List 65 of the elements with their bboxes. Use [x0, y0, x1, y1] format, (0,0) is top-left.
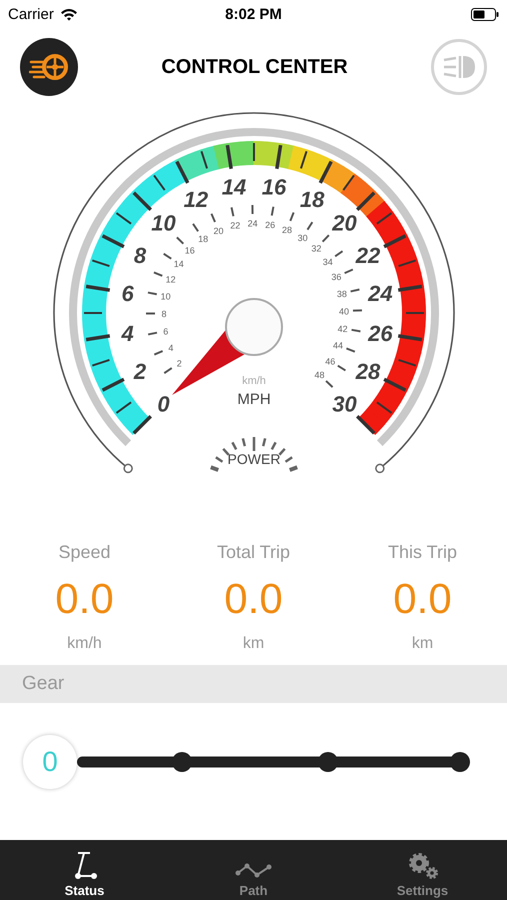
kmh-scale-label: 44	[333, 340, 344, 351]
kmh-scale-label: 8	[162, 308, 166, 319]
kmh-scale-label: 22	[230, 220, 240, 230]
speed-scale-label: 8	[134, 242, 146, 268]
needle-hub	[225, 298, 283, 356]
kmh-scale-label: 34	[322, 256, 333, 267]
speed-scale-label: 16	[262, 174, 286, 200]
speed-scale-label: 18	[300, 186, 324, 212]
speed-scale-label: 20	[332, 210, 357, 236]
speed-scale-label: 12	[184, 186, 208, 212]
tab-item[interactable]: Settings	[338, 840, 507, 900]
gear-value: 0	[42, 746, 58, 778]
speed-scale-label: 14	[222, 174, 246, 200]
kmh-scale-label: 36	[331, 272, 342, 282]
speed-scale-label: 22	[356, 242, 380, 268]
stat-label: Speed	[58, 542, 111, 563]
kmh-scale-label: 42	[338, 324, 348, 334]
wifi-icon	[60, 8, 78, 20]
speed-scale-label: 26	[368, 321, 393, 346]
mph-unit-label: MPH	[237, 391, 271, 408]
page-title: CONTROL CENTER	[161, 56, 348, 78]
carrier-label: Carrier	[8, 6, 54, 22]
kmh-unit-label: km/h	[242, 375, 266, 387]
gear-label: Gear	[22, 673, 64, 695]
stat-value: 0.0	[393, 575, 452, 623]
stat-unit: km	[242, 635, 264, 653]
kmh-scale-label: 40	[338, 306, 349, 316]
flaming-wheel-icon	[29, 52, 69, 82]
tab-item[interactable]: Status	[0, 840, 169, 900]
stat-value: 0.0	[224, 575, 283, 623]
kmh-scale-label: 10	[160, 291, 171, 302]
speed-scale-label: 6	[121, 280, 134, 306]
kmh-scale-label: 38	[336, 288, 347, 299]
tab-item[interactable]: Path	[169, 840, 338, 900]
kmh-scale-label: 28	[282, 224, 292, 235]
kmh-scale-label: 20	[214, 226, 224, 236]
battery-icon	[471, 8, 499, 20]
kmh-scale-label: 30	[298, 232, 308, 243]
kmh-scale-label: 32	[311, 244, 322, 254]
stat-label: This Trip	[388, 542, 457, 563]
kmh-scale-label: 16	[184, 245, 195, 256]
stat-label: Total Trip	[216, 542, 290, 563]
kmh-scale-label: 24	[248, 218, 258, 228]
speed-scale-label: 4	[121, 321, 134, 346]
kmh-scale-label: 46	[325, 356, 336, 366]
stat-unit: km	[412, 635, 434, 653]
kmh-scale-label: 4	[168, 343, 174, 354]
speed-scale-label: 30	[332, 392, 357, 416]
speed-scale-label: 28	[356, 359, 380, 384]
kmh-scale-label: 26	[265, 220, 276, 230]
stat-unit: km/h	[67, 635, 102, 653]
speed-scale-label: 2	[134, 359, 146, 384]
kmh-scale-label: 6	[163, 326, 168, 336]
kmh-scale-label: 18	[198, 234, 208, 244]
kmh-scale-label: 12	[166, 274, 176, 285]
speed-scale-label: 10	[151, 210, 176, 236]
headlight-icon	[442, 53, 476, 81]
stat-value: 0.0	[55, 575, 114, 623]
power-label: POWER	[228, 451, 280, 467]
clock-time: 8:02 PM	[225, 6, 282, 22]
kmh-scale-label: 14	[174, 259, 184, 270]
speed-scale-label: 0	[157, 392, 170, 416]
kmh-scale-label: 2	[176, 358, 182, 369]
speed-scale-label: 24	[368, 280, 393, 306]
kmh-scale-label: 48	[314, 370, 324, 380]
